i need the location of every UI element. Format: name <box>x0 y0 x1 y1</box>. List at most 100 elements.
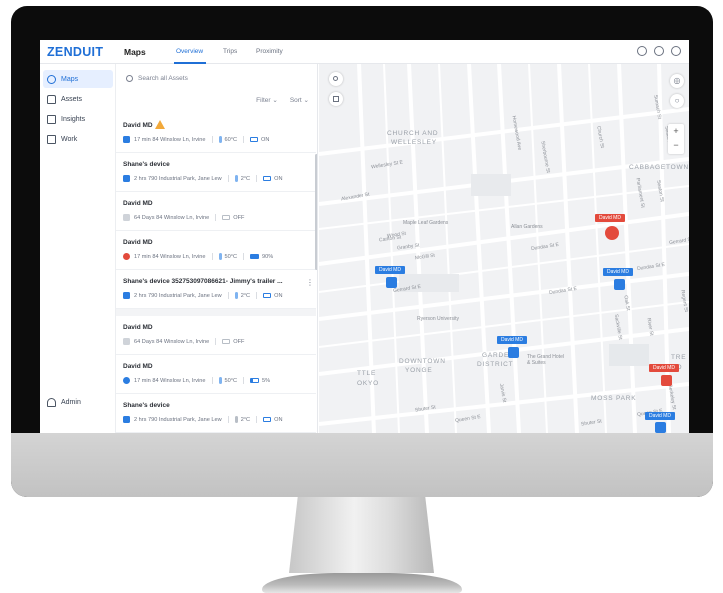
locate-icon: ○ <box>674 96 680 105</box>
map-area-label: YONGE <box>405 367 433 374</box>
map-view[interactable]: CHURCH AND WELLESLEY CABBAGETOWN DOWNTOW… <box>319 64 689 433</box>
car-icon <box>508 347 519 358</box>
asset-duration: 17 min <box>134 136 151 143</box>
map-layers-button[interactable]: ◎ <box>670 74 684 88</box>
chart-icon <box>47 114 56 124</box>
thermometer-icon <box>234 292 238 299</box>
thermometer-icon <box>218 253 222 260</box>
list-divider <box>116 309 316 316</box>
list-item[interactable]: Shane's device 2 hrs 790 Industrial Park… <box>116 153 316 192</box>
ignition-icon <box>222 215 231 220</box>
asset-status: ON <box>261 136 270 143</box>
sidebar-item-insights[interactable]: Insights <box>43 110 113 128</box>
asset-temp: 2°C <box>240 292 251 299</box>
asset-status: ON <box>274 175 283 182</box>
map-locate-button[interactable]: ○ <box>670 94 684 108</box>
sidebar-item-label: Admin <box>61 398 81 406</box>
map-pin-vehicle[interactable]: David MD <box>375 266 405 288</box>
list-controls: Filter ⌄ Sort ⌄ <box>256 96 309 104</box>
poi-label: Ryerson University <box>417 316 459 322</box>
asset-name: David MD <box>123 200 153 207</box>
asset-temp: 50°C <box>224 377 238 384</box>
chevron-down-icon: ⌄ <box>303 97 309 104</box>
search-input[interactable]: Search all Assets <box>120 70 314 86</box>
sidebar-item-assets[interactable]: Assets <box>43 90 113 108</box>
tab-overview[interactable]: Overview <box>176 48 203 55</box>
zoom-in-button[interactable]: + <box>668 124 684 138</box>
vehicle-parked-icon <box>123 338 130 345</box>
sidebar-item-label: Work <box>61 135 78 143</box>
list-item[interactable]: David MD 17 min 84 Winslow Ln, Irvine 60… <box>116 114 316 153</box>
monitor-stand <box>289 497 434 573</box>
sidebar-item-maps[interactable]: Maps <box>43 70 113 88</box>
asset-address: 84 Winslow Ln, Irvine <box>156 214 210 221</box>
vehicle-parked-icon <box>123 214 130 221</box>
asset-temp: 2°C <box>240 416 251 423</box>
map-fit-button[interactable] <box>329 92 343 106</box>
page-title: Maps <box>124 47 146 57</box>
poi-label: The Grand Hotel & Suites <box>527 354 564 366</box>
list-item[interactable]: David MD 64 Days 84 Winslow Ln, Irvine O… <box>116 316 316 355</box>
list-item[interactable]: Shane's device 352753097086621- Jimmy's … <box>116 270 316 309</box>
battery-icon <box>250 254 260 259</box>
asset-duration: 64 Days <box>134 338 155 345</box>
sidebar-item-admin[interactable]: Admin <box>43 393 113 411</box>
top-bar: ZENDUIT Maps Overview Trips Proximity <box>40 40 689 64</box>
sort-dropdown[interactable]: Sort ⌄ <box>290 96 309 104</box>
tab-trips[interactable]: Trips <box>223 48 237 55</box>
search-icon <box>333 76 338 81</box>
user-account-icon[interactable] <box>671 46 681 56</box>
support-icon[interactable] <box>654 46 664 56</box>
map-area-label: CABBAGETOWN <box>629 164 689 171</box>
car-icon <box>386 277 397 288</box>
battery-low-icon <box>250 378 260 383</box>
map-pin-vehicle[interactable]: David MD <box>649 364 679 386</box>
list-item[interactable]: Shane's device 2 hrs 790 Industrial Park… <box>116 394 316 433</box>
asset-name: David MD <box>123 363 153 370</box>
thermometer-icon <box>218 377 222 384</box>
pin-label: David MD <box>649 364 679 372</box>
map-pin-vehicle[interactable]: David MD <box>595 214 625 240</box>
list-item[interactable]: David MD 64 Days 84 Winslow Ln, Irvine O… <box>116 192 316 231</box>
monitor-stand-base <box>262 573 462 593</box>
map-pin-vehicle[interactable]: David MD <box>645 412 675 433</box>
asset-temp: 50°C <box>224 253 238 260</box>
filter-dropdown[interactable]: Filter ⌄ <box>256 96 278 104</box>
admin-users-icon <box>47 397 56 407</box>
asset-duration: 2 hrs <box>134 292 147 299</box>
asset-address: 790 Industrial Park, Jane Lew <box>148 292 222 299</box>
zenduit-logo[interactable]: ZENDUIT <box>47 45 103 59</box>
briefcase-icon <box>47 134 56 144</box>
list-scrollbar[interactable] <box>315 154 317 270</box>
car-icon <box>605 226 619 240</box>
sidebar-item-label: Maps <box>61 75 79 83</box>
list-item[interactable]: David MD 17 min 84 Winslow Ln, Irvine 50… <box>116 231 316 270</box>
asset-list: David MD 17 min 84 Winslow Ln, Irvine 60… <box>116 114 316 433</box>
map-pin-vehicle[interactable]: David MD <box>603 268 633 290</box>
asset-name: David MD <box>123 122 153 129</box>
map-search-button[interactable] <box>329 72 343 86</box>
vehicle-moving-icon <box>123 416 130 423</box>
thermometer-icon <box>234 175 238 182</box>
list-item[interactable]: David MD 17 min 84 Winslow Ln, Irvine 50… <box>116 355 316 394</box>
map-area-label: MOSS PARK <box>591 395 637 402</box>
pin-label: David MD <box>603 268 633 276</box>
sidebar-item-work[interactable]: Work <box>43 130 113 148</box>
zoom-out-button[interactable]: − <box>668 138 684 152</box>
location-pin-icon <box>47 74 56 84</box>
car-icon <box>655 422 666 433</box>
app-screen: ZENDUIT Maps Overview Trips Proximity Ma… <box>40 40 689 433</box>
map-pin-vehicle[interactable]: David MD <box>497 336 527 358</box>
vehicle-moving-icon <box>123 136 130 143</box>
ignition-icon <box>263 417 272 422</box>
tab-proximity[interactable]: Proximity <box>256 48 283 55</box>
map-area-label: OKYO <box>357 380 379 387</box>
poi-label: Allan Gardens <box>511 224 543 230</box>
more-options-icon[interactable]: ⋮ <box>306 278 314 287</box>
vehicle-status-icon <box>123 377 130 384</box>
chat-icon[interactable] <box>637 46 647 56</box>
map-area-label: TRE <box>671 354 687 361</box>
vehicle-moving-icon <box>123 292 130 299</box>
sidebar-item-label: Assets <box>61 95 83 103</box>
asset-duration: 2 hrs <box>134 175 147 182</box>
